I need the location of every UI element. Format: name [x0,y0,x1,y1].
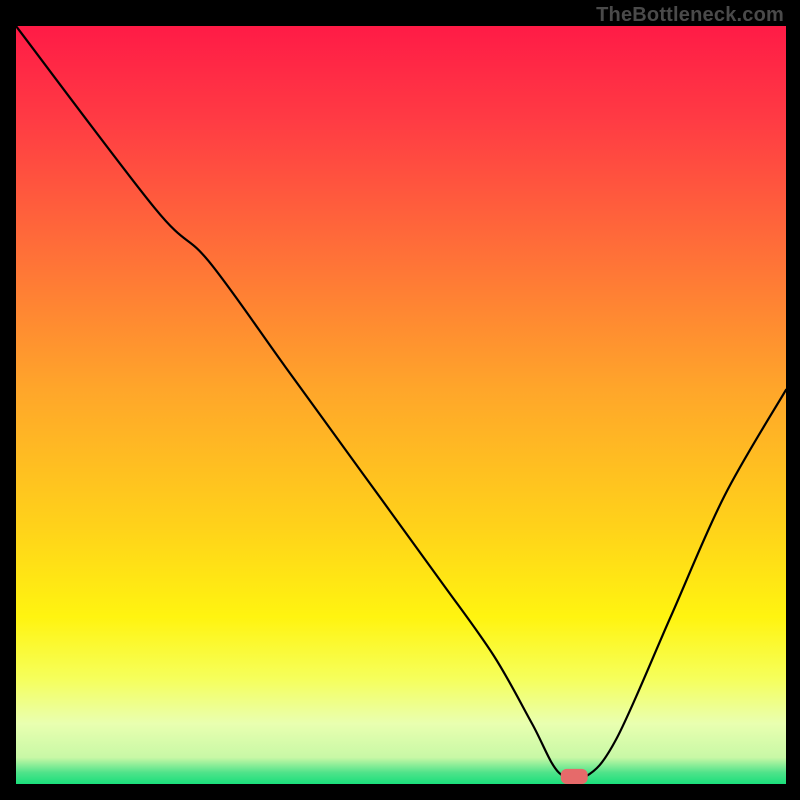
watermark-text: TheBottleneck.com [596,4,784,27]
gradient-background [16,26,786,784]
marker-pill [561,769,588,784]
chart-container: TheBottleneck.com [0,0,800,800]
chart-svg [16,26,786,784]
plot-area [16,26,786,784]
